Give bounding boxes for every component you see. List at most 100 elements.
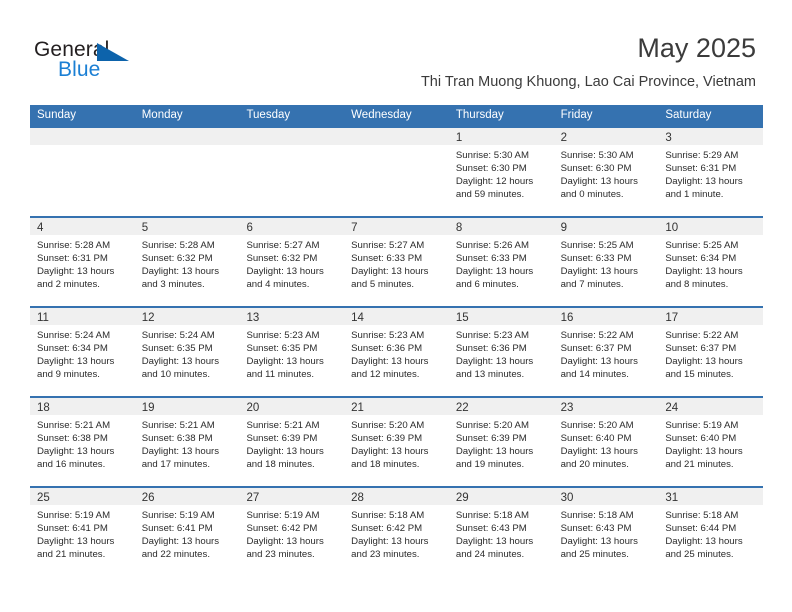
day-number-band: 26 xyxy=(134,488,240,505)
sunrise-text: Sunrise: 5:23 AM xyxy=(351,330,425,341)
daylight-text-line1: Daylight: 13 hours xyxy=(560,356,638,368)
day-number-band: 2 xyxy=(553,128,659,145)
sunrise-text: Sunrise: 5:30 AM xyxy=(455,150,529,161)
title-block: May 2025 Thi Tran Muong Khuong, Lao Cai … xyxy=(421,32,756,92)
day-cell[interactable]: 19 Sunrise: 5:21 AM Sunset: 6:38 PM Dayl… xyxy=(134,398,240,486)
sunset-text: Sunset: 6:30 PM xyxy=(455,163,527,175)
day-cell[interactable]: 31 Sunrise: 5:18 AM Sunset: 6:44 PM Dayl… xyxy=(658,488,764,576)
day-number-band: 22 xyxy=(448,398,554,415)
general-blue-logo[interactable]: General Blue xyxy=(34,38,164,86)
sunset-text: Sunset: 6:31 PM xyxy=(37,253,108,265)
sunset-text: Sunset: 6:33 PM xyxy=(351,253,423,265)
day-number: 3 xyxy=(665,132,672,144)
day-number: 27 xyxy=(246,492,260,504)
day-cell[interactable]: 4 Sunrise: 5:28 AM Sunset: 6:31 PM Dayli… xyxy=(30,218,135,306)
day-cell[interactable]: 25 Sunrise: 5:19 AM Sunset: 6:41 PM Dayl… xyxy=(30,488,135,576)
day-details: Sunrise: 5:21 AM Sunset: 6:38 PM Dayligh… xyxy=(30,415,135,471)
day-cell[interactable]: 7 Sunrise: 5:27 AM Sunset: 6:33 PM Dayli… xyxy=(344,218,449,306)
sunset-text: Sunset: 6:37 PM xyxy=(665,343,737,355)
day-cell[interactable]: 6 Sunrise: 5:27 AM Sunset: 6:32 PM Dayli… xyxy=(239,218,345,306)
sunset-text: Sunset: 6:32 PM xyxy=(141,253,213,265)
daylight-text-line2: and 1 minute. xyxy=(665,189,724,201)
day-cell[interactable]: 15 Sunrise: 5:23 AM Sunset: 6:36 PM Dayl… xyxy=(448,308,554,396)
day-cell[interactable]: 1 Sunrise: 5:30 AM Sunset: 6:30 PM Dayli… xyxy=(448,128,554,216)
sunset-text: Sunset: 6:37 PM xyxy=(560,343,632,355)
sunrise-text: Sunrise: 5:30 AM xyxy=(560,150,634,161)
day-cell[interactable] xyxy=(134,128,240,216)
day-cell[interactable]: 30 Sunrise: 5:18 AM Sunset: 6:43 PM Dayl… xyxy=(553,488,659,576)
day-cell[interactable]: 18 Sunrise: 5:21 AM Sunset: 6:38 PM Dayl… xyxy=(30,398,135,486)
day-number-band xyxy=(30,128,135,145)
day-number-band: 16 xyxy=(553,308,659,325)
day-cell[interactable]: 23 Sunrise: 5:20 AM Sunset: 6:40 PM Dayl… xyxy=(553,398,659,486)
day-cell[interactable]: 14 Sunrise: 5:23 AM Sunset: 6:36 PM Dayl… xyxy=(344,308,449,396)
day-details: Sunrise: 5:18 AM Sunset: 6:42 PM Dayligh… xyxy=(344,505,449,561)
day-number-band: 24 xyxy=(658,398,764,415)
day-number: 28 xyxy=(351,492,364,504)
day-number-band: 7 xyxy=(344,218,449,235)
day-cell[interactable]: 28 Sunrise: 5:18 AM Sunset: 6:42 PM Dayl… xyxy=(344,488,449,576)
daylight-text-line2: and 12 minutes. xyxy=(351,369,420,381)
day-cell[interactable]: 21 Sunrise: 5:20 AM Sunset: 6:39 PM Dayl… xyxy=(344,398,449,486)
day-details: Sunrise: 5:19 AM Sunset: 6:42 PM Dayligh… xyxy=(239,505,344,561)
daylight-text-line1: Daylight: 13 hours xyxy=(665,266,743,278)
daylight-text-line2: and 21 minutes. xyxy=(37,549,106,561)
daylight-text-line1: Daylight: 13 hours xyxy=(665,356,743,368)
day-number: 5 xyxy=(141,222,149,234)
day-cell[interactable]: 11 Sunrise: 5:24 AM Sunset: 6:34 PM Dayl… xyxy=(30,308,135,396)
day-number-band: 28 xyxy=(344,488,449,505)
day-details: Sunrise: 5:28 AM Sunset: 6:31 PM Dayligh… xyxy=(30,235,135,291)
day-cell[interactable]: 8 Sunrise: 5:26 AM Sunset: 6:33 PM Dayli… xyxy=(448,218,554,306)
sunrise-text: Sunrise: 5:23 AM xyxy=(246,330,320,341)
location-subtitle: Thi Tran Muong Khuong, Lao Cai Province,… xyxy=(420,74,756,90)
day-cell[interactable]: 2 Sunrise: 5:30 AM Sunset: 6:30 PM Dayli… xyxy=(553,128,659,216)
sunrise-text: Sunrise: 5:21 AM xyxy=(37,420,111,431)
day-cell[interactable]: 24 Sunrise: 5:19 AM Sunset: 6:40 PM Dayl… xyxy=(658,398,764,486)
day-cell[interactable]: 13 Sunrise: 5:23 AM Sunset: 6:35 PM Dayl… xyxy=(239,308,345,396)
day-number: 4 xyxy=(37,222,44,234)
day-number: 21 xyxy=(351,402,364,414)
day-number-band: 12 xyxy=(134,308,240,325)
day-cell[interactable] xyxy=(239,128,345,216)
day-details: Sunrise: 5:28 AM Sunset: 6:32 PM Dayligh… xyxy=(135,235,240,291)
day-number: 11 xyxy=(37,312,49,324)
day-number-band: 10 xyxy=(658,218,764,235)
day-cell[interactable]: 29 Sunrise: 5:18 AM Sunset: 6:43 PM Dayl… xyxy=(448,488,554,576)
day-cell[interactable]: 9 Sunrise: 5:25 AM Sunset: 6:33 PM Dayli… xyxy=(553,218,659,306)
daylight-text-line2: and 9 minutes. xyxy=(37,369,100,381)
day-number: 24 xyxy=(665,402,679,414)
sunrise-text: Sunrise: 5:19 AM xyxy=(246,510,320,521)
logo-text-blue: Blue xyxy=(58,58,101,81)
day-number: 26 xyxy=(141,492,155,504)
day-cell[interactable]: 12 Sunrise: 5:24 AM Sunset: 6:35 PM Dayl… xyxy=(134,308,240,396)
day-cell[interactable] xyxy=(344,128,449,216)
day-cell[interactable]: 27 Sunrise: 5:19 AM Sunset: 6:42 PM Dayl… xyxy=(239,488,345,576)
daylight-text-line1: Daylight: 13 hours xyxy=(246,536,324,548)
sunrise-text: Sunrise: 5:18 AM xyxy=(560,510,634,521)
sunrise-text: Sunrise: 5:27 AM xyxy=(246,240,320,251)
day-cell[interactable]: 10 Sunrise: 5:25 AM Sunset: 6:34 PM Dayl… xyxy=(658,218,764,306)
day-cell[interactable]: 3 Sunrise: 5:29 AM Sunset: 6:31 PM Dayli… xyxy=(658,128,764,216)
day-cell[interactable]: 17 Sunrise: 5:22 AM Sunset: 6:37 PM Dayl… xyxy=(658,308,764,396)
weekday-header-monday: Monday xyxy=(141,109,183,121)
day-number-band: 15 xyxy=(448,308,554,325)
day-number: 10 xyxy=(665,222,679,234)
sunrise-text: Sunrise: 5:20 AM xyxy=(455,420,529,431)
sunset-text: Sunset: 6:36 PM xyxy=(351,343,423,355)
sunrise-text: Sunrise: 5:24 AM xyxy=(141,330,215,341)
day-cell[interactable]: 26 Sunrise: 5:19 AM Sunset: 6:41 PM Dayl… xyxy=(134,488,240,576)
sunrise-text: Sunrise: 5:19 AM xyxy=(37,510,111,521)
calendar-page: General Blue May 2025 Thi Tran Muong Khu… xyxy=(0,0,792,612)
day-cell[interactable]: 22 Sunrise: 5:20 AM Sunset: 6:39 PM Dayl… xyxy=(448,398,554,486)
day-cell[interactable]: 20 Sunrise: 5:21 AM Sunset: 6:39 PM Dayl… xyxy=(239,398,345,486)
sunrise-text: Sunrise: 5:24 AM xyxy=(37,330,111,341)
day-cell[interactable]: 16 Sunrise: 5:22 AM Sunset: 6:37 PM Dayl… xyxy=(553,308,659,396)
sunrise-text: Sunrise: 5:27 AM xyxy=(351,240,425,251)
day-details: Sunrise: 5:25 AM Sunset: 6:34 PM Dayligh… xyxy=(658,235,763,291)
daylight-text-line1: Daylight: 13 hours xyxy=(351,446,429,458)
daylight-text-line2: and 18 minutes. xyxy=(351,459,420,471)
day-cell[interactable]: 5 Sunrise: 5:28 AM Sunset: 6:32 PM Dayli… xyxy=(134,218,240,306)
daylight-text-line2: and 10 minutes. xyxy=(141,369,210,381)
day-cell[interactable] xyxy=(30,128,135,216)
sunset-text: Sunset: 6:40 PM xyxy=(560,433,632,445)
